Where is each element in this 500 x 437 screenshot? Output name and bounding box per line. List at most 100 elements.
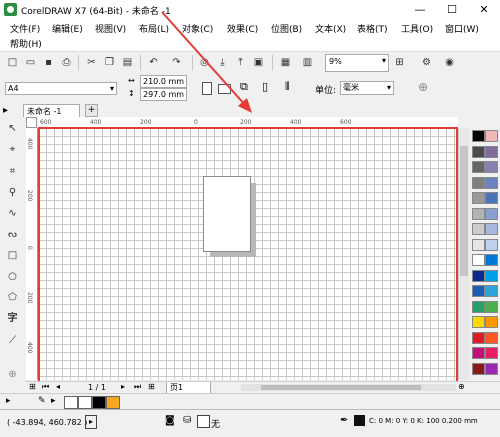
palette-left-swatch-8[interactable]: [472, 254, 485, 266]
zoom-icon[interactable]: ⊕: [458, 382, 465, 391]
page-width-field[interactable]: 210.0 mm: [140, 75, 187, 88]
import-icon[interactable]: ⤓: [216, 56, 229, 69]
vertical-scrollbar[interactable]: [458, 128, 469, 380]
page-size-select[interactable]: A4 ▾: [5, 82, 117, 95]
menu-bitmaps[interactable]: 位图(B): [271, 22, 302, 35]
export-icon[interactable]: ⤒: [234, 56, 247, 69]
full-screen-preview-icon[interactable]: ◉: [443, 56, 456, 69]
vertical-ruler[interactable]: 400 200 0 200 400: [26, 128, 38, 380]
zoom-level-select[interactable]: 9% ▾: [325, 54, 389, 72]
menu-window[interactable]: 窗口(W): [445, 22, 479, 35]
maximize-button[interactable]: ☐: [436, 0, 468, 20]
snap-to-icon[interactable]: ⊞: [393, 56, 406, 69]
polygon-tool-icon[interactable]: ⬠: [5, 290, 20, 305]
add-document-tab-button[interactable]: +: [85, 104, 98, 117]
parallel-dimension-icon[interactable]: ⟋: [5, 333, 20, 348]
publish-pdf-icon[interactable]: ▣: [252, 56, 265, 69]
palette-right-swatch-9[interactable]: [485, 269, 498, 282]
palette-left-swatch-14[interactable]: [472, 347, 485, 359]
palette-right-swatch-0[interactable]: [485, 130, 498, 142]
palette-left-swatch-11[interactable]: [472, 300, 485, 313]
palette-right-swatch-14[interactable]: [485, 347, 498, 359]
add-page-before-icon[interactable]: ⊞: [29, 382, 36, 391]
close-button[interactable]: ✕: [468, 0, 500, 20]
horizontal-scrollbar[interactable]: [241, 384, 456, 391]
palette-left-swatch-12[interactable]: [472, 316, 485, 328]
freehand-tool-icon[interactable]: ∿: [5, 206, 20, 221]
unit-select[interactable]: 毫米 ▾: [340, 81, 394, 95]
menu-text[interactable]: 文本(X): [315, 22, 346, 35]
cut-icon[interactable]: ✂: [85, 56, 98, 69]
palette-left-swatch-15[interactable]: [472, 362, 485, 375]
palette-left-swatch-9[interactable]: [472, 269, 485, 282]
options-icon[interactable]: ⚙: [420, 56, 433, 69]
menu-effects[interactable]: 效果(C): [227, 22, 258, 35]
play-icon[interactable]: ▸: [85, 415, 97, 429]
palette-arrow-icon[interactable]: ▸: [51, 396, 56, 406]
palette-right-swatch-1[interactable]: [485, 145, 498, 158]
shape-tool-icon[interactable]: ⌖: [5, 142, 20, 157]
undo-icon[interactable]: ↶: [147, 56, 160, 69]
eyedropper-icon[interactable]: ✎: [38, 396, 46, 406]
new-document-icon[interactable]: □: [6, 56, 19, 69]
palette-right-swatch-15[interactable]: [485, 362, 498, 375]
palette-left-swatch-4[interactable]: [472, 192, 485, 204]
ruler-origin[interactable]: [26, 117, 37, 128]
orange-swatch[interactable]: [106, 396, 120, 409]
palette-left-swatch-7[interactable]: [472, 238, 485, 251]
palette-right-swatch-10[interactable]: [485, 285, 498, 297]
palette-right-swatch-11[interactable]: [485, 300, 498, 313]
page-height-field[interactable]: 297.0 mm: [140, 88, 187, 101]
no-color-swatch[interactable]: [64, 396, 78, 409]
palette-right-swatch-3[interactable]: [485, 176, 498, 189]
rectangle-tool-icon[interactable]: □: [5, 248, 20, 263]
menu-help[interactable]: 帮助(H): [10, 37, 42, 50]
menu-edit[interactable]: 编辑(E): [52, 22, 83, 35]
artistic-media-icon[interactable]: ᔓ: [5, 227, 20, 242]
palette-left-swatch-5[interactable]: [472, 207, 485, 220]
prev-page-icon[interactable]: ◂: [56, 382, 60, 391]
palette-right-swatch-5[interactable]: [485, 207, 498, 220]
zoom-tool-icon[interactable]: ⚲: [5, 185, 20, 200]
save-icon[interactable]: ▪: [42, 56, 55, 69]
welcome-screen-icon[interactable]: ▥: [301, 56, 314, 69]
pick-tool-icon[interactable]: ↖: [5, 121, 20, 136]
next-page-icon[interactable]: ▸: [121, 382, 125, 391]
palette-menu-icon[interactable]: ▸: [6, 396, 11, 406]
palette-left-swatch-13[interactable]: [472, 331, 485, 344]
current-page-icon[interactable]: ▯: [262, 80, 268, 93]
palette-right-swatch-13[interactable]: [485, 331, 498, 344]
nudge-icon[interactable]: ⊕: [418, 80, 428, 94]
menu-object[interactable]: 对象(C): [182, 22, 213, 35]
paste-icon[interactable]: ▤: [121, 56, 134, 69]
palette-right-swatch-8[interactable]: [485, 254, 498, 266]
palette-right-swatch-2[interactable]: [485, 161, 498, 173]
all-pages-icon[interactable]: ⧉: [240, 80, 248, 94]
palette-left-swatch-6[interactable]: [472, 223, 485, 235]
horizontal-scroll-thumb[interactable]: [261, 385, 421, 390]
palette-left-swatch-3[interactable]: [472, 176, 485, 189]
text-tool-icon[interactable]: 字: [5, 311, 20, 326]
vertical-scroll-thumb[interactable]: [460, 146, 468, 276]
palette-right-swatch-12[interactable]: [485, 316, 498, 328]
print-icon[interactable]: ⎙: [60, 56, 73, 69]
palette-left-swatch-1[interactable]: [472, 145, 485, 158]
landscape-button[interactable]: [218, 84, 231, 94]
white-swatch[interactable]: [78, 396, 92, 409]
add-tool-icon[interactable]: ⊕: [5, 367, 20, 382]
palette-left-swatch-0[interactable]: [472, 130, 485, 142]
menu-file[interactable]: 文件(F): [10, 22, 40, 35]
menu-table[interactable]: 表格(T): [357, 22, 388, 35]
black-swatch[interactable]: [92, 396, 106, 409]
menu-view[interactable]: 视图(V): [95, 22, 126, 35]
menu-layout[interactable]: 布局(L): [139, 22, 169, 35]
tab-menu-icon[interactable]: ▸: [3, 105, 8, 116]
palette-left-swatch-10[interactable]: [472, 285, 485, 297]
menu-tools[interactable]: 工具(O): [401, 22, 433, 35]
tab-untitled-1[interactable]: 未命名 -1: [23, 104, 80, 118]
last-page-icon[interactable]: ⏭: [134, 382, 141, 392]
palette-right-swatch-7[interactable]: [485, 238, 498, 251]
palette-right-swatch-4[interactable]: [485, 192, 498, 204]
palette-left-swatch-2[interactable]: [472, 161, 485, 173]
crop-tool-icon[interactable]: ⌗: [5, 164, 20, 179]
